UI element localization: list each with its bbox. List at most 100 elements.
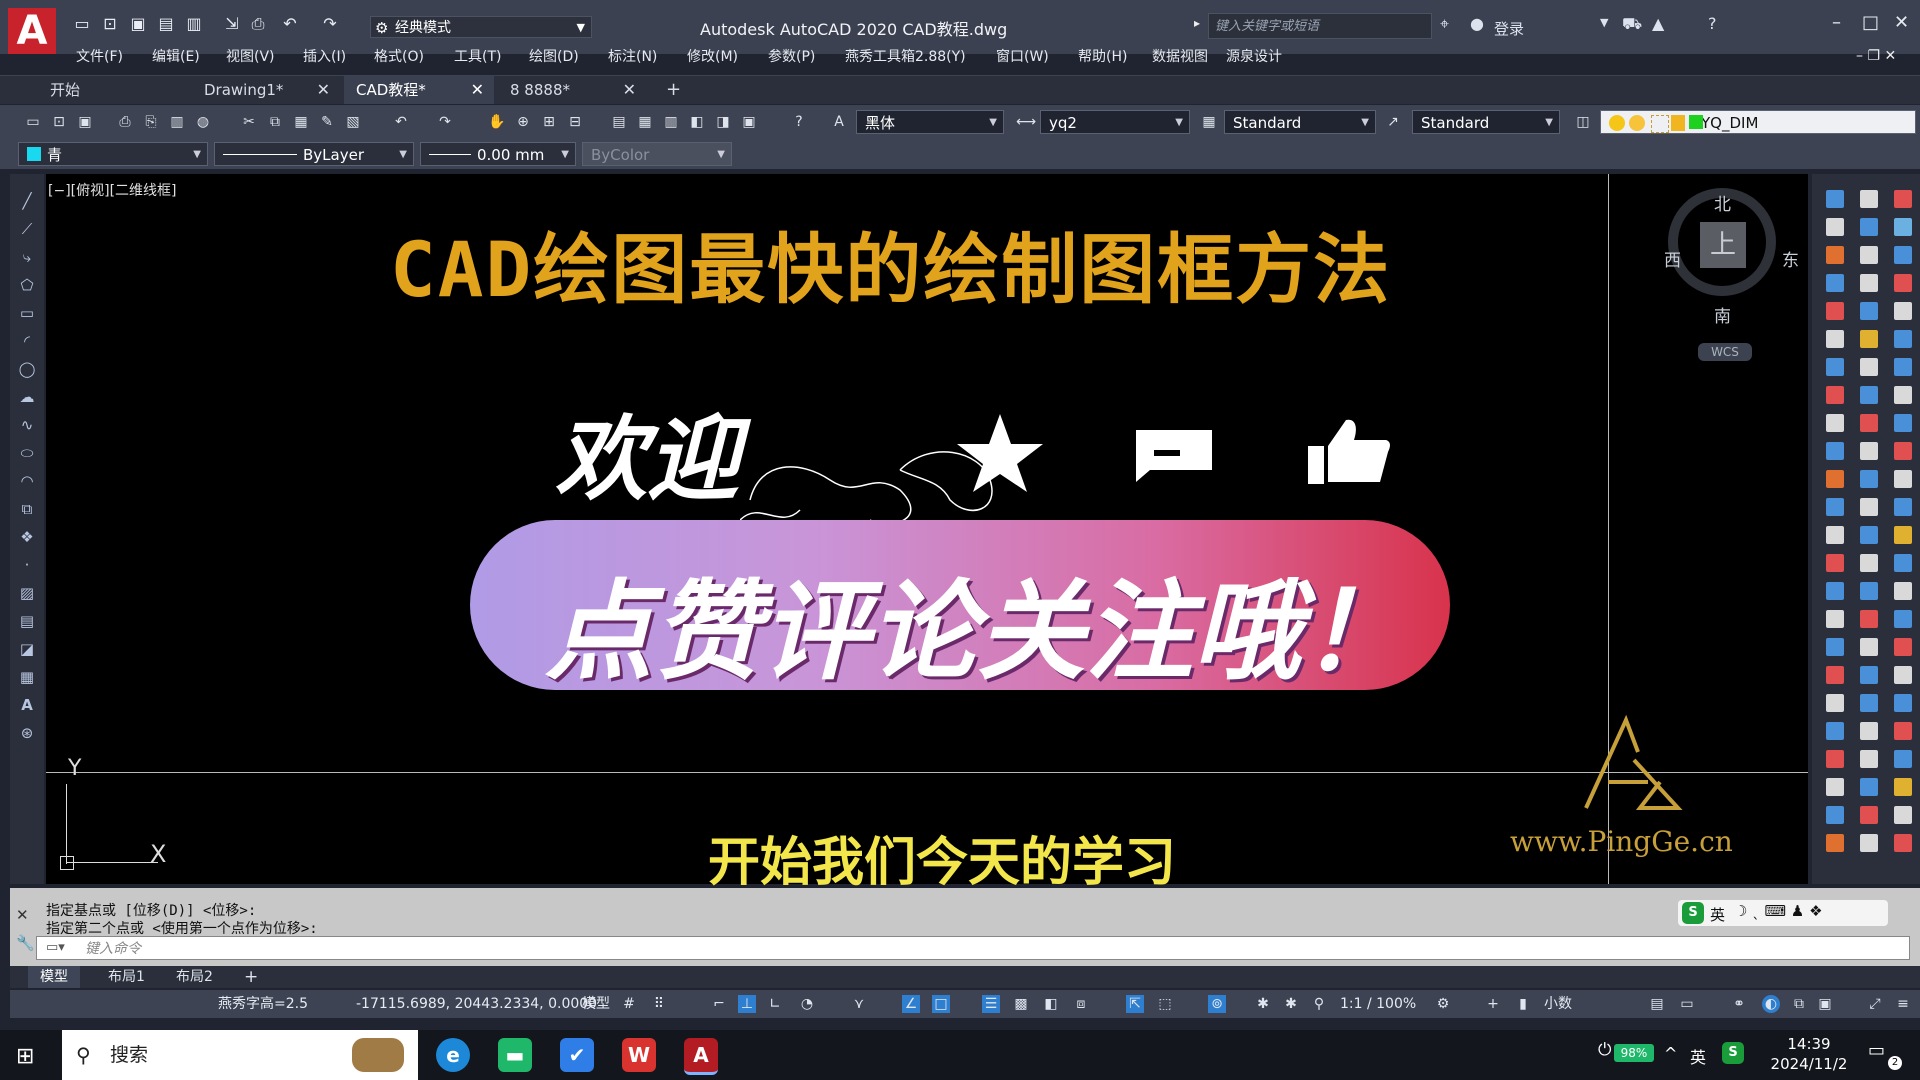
units-dropdown[interactable]: 小数 [1544,990,1572,1018]
table-style-icon[interactable]: ▦ [1200,113,1218,131]
lineweight-dropdown[interactable]: 0.00 mm ▼ [420,142,576,166]
tool-icon[interactable] [1894,750,1912,768]
isodraft-icon[interactable]: ⋎ [850,995,868,1013]
export-icon[interactable]: ⇲ [222,14,242,34]
rectangle-icon[interactable]: ▭ [18,304,36,322]
text-style-dropdown[interactable]: yq2 ▼ [1040,110,1190,134]
tool-icon[interactable] [1860,246,1878,264]
tool-icon[interactable] [1894,526,1912,544]
close-tab-icon[interactable]: ✕ [623,76,636,104]
calculator-icon[interactable]: ▣ [740,113,758,131]
doc-restore-icon[interactable]: – ❐ ✕ [1856,48,1896,64]
tool-icon[interactable] [1894,638,1912,656]
menu-window[interactable]: 窗口(W) [996,46,1049,66]
gizmo-icon[interactable]: ⊚ [1208,995,1226,1013]
quick-properties-icon[interactable]: ▤ [1648,995,1666,1013]
color-dropdown[interactable]: 青 ▼ [18,142,208,166]
tool-icon[interactable] [1894,694,1912,712]
menu-yuanquan-design[interactable]: 源泉设计 [1226,46,1282,66]
selection-cycling-icon[interactable]: ◧ [1042,995,1060,1013]
tool-icon[interactable] [1860,470,1878,488]
cart-icon[interactable]: ⛟ [1622,14,1642,35]
annotation-monitor-icon[interactable]: + [1484,995,1502,1013]
menu-help[interactable]: 帮助(H) [1078,46,1127,66]
paste-icon[interactable]: ▦ [292,113,310,131]
ellipse-icon[interactable]: ⬭ [18,444,36,462]
tool-icon[interactable] [1894,610,1912,628]
text-style-icon[interactable]: A [830,113,848,131]
tool-icon[interactable] [1826,246,1844,264]
properties-icon[interactable]: ▤ [610,113,628,131]
viewcube-top-face[interactable]: 上 [1700,222,1746,268]
sogou-tray-icon[interactable]: S [1722,1042,1744,1064]
tool-icon[interactable] [1894,834,1912,852]
spline-icon[interactable]: ∿ [18,416,36,434]
minimize-icon[interactable]: – [1832,12,1841,33]
workspace-switch-icon[interactable]: ⚙ [1434,995,1452,1013]
make-block-icon[interactable]: ❖ [18,528,36,546]
zoom-previous-icon[interactable]: ⊟ [566,113,584,131]
save-as-icon[interactable]: ▤ [156,14,176,34]
menu-tools[interactable]: 工具(T) [454,46,501,66]
3d-print-icon[interactable]: ◍ [194,113,212,131]
open-icon[interactable]: ⊡ [50,113,68,131]
menu-dimension[interactable]: 标注(N) [608,46,657,66]
help-icon[interactable]: ? [1708,14,1717,33]
tool-icon[interactable] [1894,414,1912,432]
menu-edit[interactable]: 编辑(E) [152,46,200,66]
tray-ime-indicator[interactable]: 英 [1690,1044,1706,1068]
close-tab-icon[interactable]: ✕ [471,76,484,104]
copy-icon[interactable]: ⧉ [266,113,284,131]
graphics-performance-icon[interactable]: ◐ [1762,995,1780,1013]
search-input[interactable]: 键入关键字或短语 [1208,13,1432,39]
coordinates-display[interactable]: -17115.6989, 20443.2334, 0.0000 [356,990,597,1018]
tool-icon[interactable] [1860,358,1878,376]
tool-icon[interactable] [1860,694,1878,712]
customization-menu-icon[interactable]: ≡ [1894,995,1912,1013]
fullscreen-icon[interactable]: ⤢ [1866,995,1884,1013]
tab-8-8888[interactable]: 8 8888* ✕ [498,76,646,104]
zoom-window-icon[interactable]: ⊞ [540,113,558,131]
hatch-icon[interactable]: ▨ [18,584,36,602]
ortho-icon[interactable]: ∟ [766,995,784,1013]
command-input[interactable]: 键入命令 [36,936,1910,960]
undo-icon[interactable]: ↶ [280,14,300,34]
login-link[interactable]: 登录 [1494,18,1524,39]
tool-icon[interactable] [1860,610,1878,628]
polygon-icon[interactable]: ⬠ [18,276,36,294]
tool-icon[interactable] [1860,442,1878,460]
auto-scale-icon[interactable]: ✱ [1282,995,1300,1013]
model-space-toggle[interactable]: 模型 [582,990,610,1018]
add-selected-icon[interactable]: ⊛ [18,724,36,742]
annotation-scale-value[interactable]: 1:1 / 100% [1340,990,1416,1018]
tool-icon[interactable] [1826,358,1844,376]
close-icon[interactable]: ✕ [1894,12,1909,33]
undo-icon[interactable]: ↶ [392,113,410,131]
close-command-icon[interactable]: ✕ [16,906,29,924]
messaging-app-icon[interactable]: ▬ [498,1038,532,1072]
tool-icon[interactable] [1826,414,1844,432]
tool-icon[interactable] [1894,470,1912,488]
compass-north[interactable]: 北 [1714,190,1731,215]
help-icon[interactable]: ? [790,113,808,131]
redo-icon[interactable]: ↷ [436,113,454,131]
tool-icon[interactable] [1894,806,1912,824]
publish-icon[interactable]: ▥ [168,113,186,131]
infer-constraints-icon[interactable]: ⌐ [710,995,728,1013]
autocad-taskbar-icon[interactable]: A [684,1038,718,1075]
tool-icon[interactable] [1826,582,1844,600]
tool-icon[interactable] [1826,554,1844,572]
open-file-icon[interactable]: ⊡ [100,14,120,34]
tool-icon[interactable] [1894,722,1912,740]
tool-icon[interactable] [1860,218,1878,236]
notification-icon[interactable]: ▭ [1868,1040,1885,1061]
tab-start[interactable]: 开始 [38,76,188,104]
power-plug-icon[interactable]: ⏻ [1598,1040,1611,1060]
redo-icon[interactable]: ↷ [320,14,340,34]
menu-yanxiu-toolbox[interactable]: 燕秀工具箱2.88(Y) [845,46,966,66]
circle-icon[interactable]: ◯ [18,360,36,378]
clean-screen-icon[interactable]: ⧉ [1790,995,1808,1013]
lock-icon[interactable] [1671,115,1685,131]
plot-preview-icon[interactable]: ⎘ [142,113,160,131]
feishu-icon[interactable]: ✔ [560,1038,594,1072]
